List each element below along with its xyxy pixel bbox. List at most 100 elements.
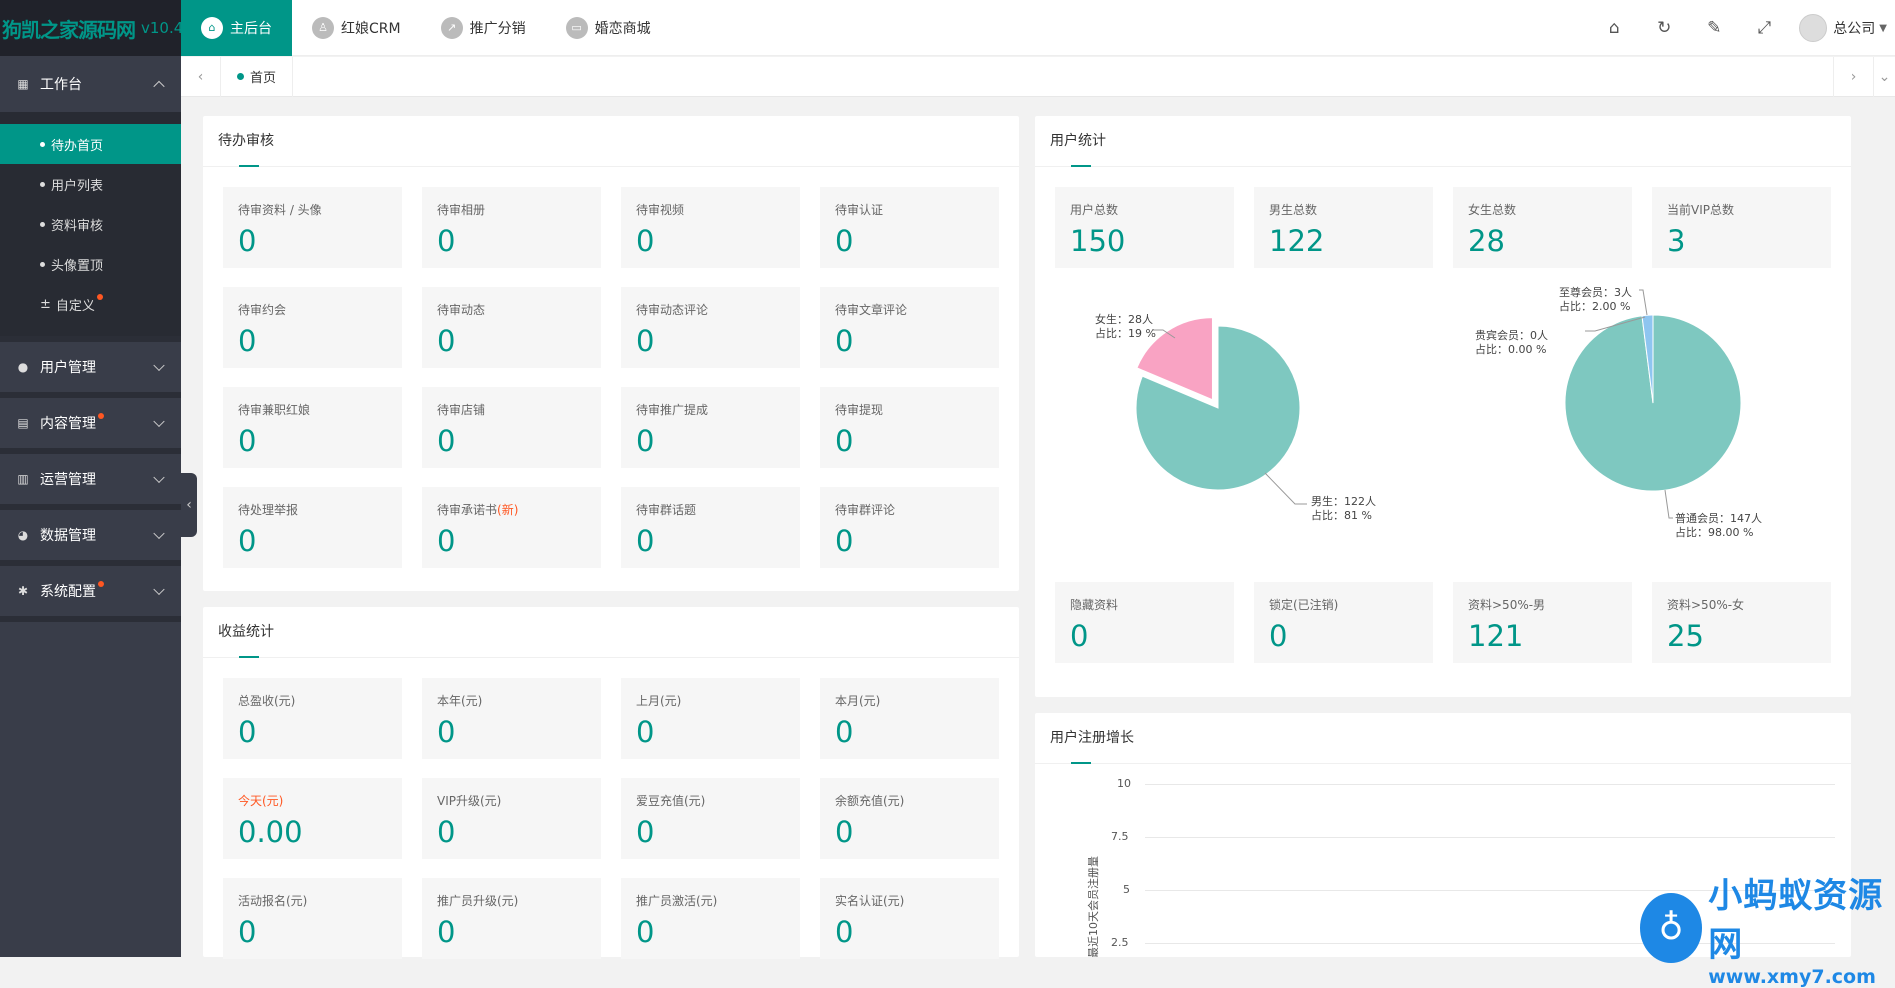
- stat-tile[interactable]: 爱豆充值(元) 0: [621, 778, 800, 859]
- stat-value: 0: [238, 224, 257, 258]
- user-menu[interactable]: 总公司 ▼: [1789, 14, 1895, 42]
- stat-tile[interactable]: 资料>50%-女 25: [1652, 582, 1831, 663]
- stat-tile[interactable]: 今天(元) 0.00: [223, 778, 402, 859]
- stat-tile[interactable]: 待审店铺 0: [422, 387, 601, 468]
- pie-leader-line: [1639, 289, 1648, 316]
- stat-label: 待处理举报: [238, 503, 299, 517]
- stat-tile[interactable]: 上月(元) 0: [621, 678, 800, 759]
- stat-value: 0: [835, 224, 854, 258]
- stat-tile[interactable]: 待处理举报 0: [223, 487, 402, 568]
- tab-matchmaker-crm[interactable]: ♙ 红娘CRM: [292, 0, 421, 56]
- chevron-right-icon: ›: [1850, 69, 1857, 85]
- stat-tile[interactable]: 用户总数 150: [1055, 187, 1234, 268]
- stat-value: 3: [1667, 224, 1686, 258]
- refresh-icon[interactable]: ↻: [1639, 18, 1689, 38]
- chevron-down-icon: [153, 583, 165, 596]
- stat-tile[interactable]: 本月(元) 0: [820, 678, 999, 759]
- nav-group-user-management[interactable]: ● 用户管理: [0, 336, 181, 398]
- card-title: 用户注册增长: [1035, 713, 1851, 764]
- stat-tile[interactable]: 本年(元) 0: [422, 678, 601, 759]
- sidebar-item-user-list[interactable]: 用户列表: [0, 164, 181, 204]
- nav-group-system-config[interactable]: ✱ 系统配置: [0, 566, 181, 622]
- pie-label-line: 至尊会员：3人: [1559, 286, 1632, 299]
- sidebar-collapse-toggle[interactable]: ‹: [181, 473, 197, 537]
- stat-tile[interactable]: 待审文章评论 0: [820, 287, 999, 368]
- stat-tile[interactable]: 推广员激活(元) 0: [621, 878, 800, 959]
- stat-tile[interactable]: 待审推广提成 0: [621, 387, 800, 468]
- bullet-icon: [40, 181, 45, 187]
- stat-tile[interactable]: 推广员升级(元) 0: [422, 878, 601, 959]
- stat-tile[interactable]: 待审承诺书(新) 0: [422, 487, 601, 568]
- nav-group-content-management[interactable]: ▤ 内容管理: [0, 398, 181, 454]
- stat-label: 待审动态: [437, 303, 486, 317]
- stat-tile[interactable]: VIP升级(元) 0: [422, 778, 601, 859]
- stat-tile[interactable]: 待审动态评论 0: [621, 287, 800, 368]
- tabs-dropdown[interactable]: ⌄: [1873, 57, 1895, 97]
- pie-leader-line: [1664, 489, 1673, 519]
- stat-tile[interactable]: 总盈收(元) 0: [223, 678, 402, 759]
- sidebar-item-todo-home[interactable]: 待办首页: [0, 124, 181, 164]
- tab-main-backend[interactable]: ⌂ 主后台: [181, 0, 292, 56]
- stat-label: 女生总数: [1468, 203, 1517, 217]
- home-icon: ⌂: [201, 16, 223, 39]
- stat-value: 0: [437, 524, 456, 558]
- tabs-scroll-left[interactable]: ‹: [181, 56, 221, 97]
- stat-tile[interactable]: 实名认证(元) 0: [820, 878, 999, 959]
- app-logo[interactable]: 狗凯之家源码网 v10.4: [0, 0, 181, 56]
- stat-tile[interactable]: 男生总数 122: [1254, 187, 1433, 268]
- tabs-scroll-right[interactable]: ›: [1833, 57, 1873, 97]
- stat-tile[interactable]: 待审资料 / 头像 0: [223, 187, 402, 268]
- stat-tile[interactable]: 待审视频 0: [621, 187, 800, 268]
- sidebar-item-custom[interactable]: ± 自定义: [0, 284, 181, 324]
- stat-label: 待审文章评论: [835, 303, 908, 317]
- stat-value: 0: [835, 424, 854, 458]
- pie-leader-line: [1264, 472, 1307, 505]
- stat-tile[interactable]: 女生总数 28: [1453, 187, 1632, 268]
- y-tick-label: 5: [1123, 883, 1130, 896]
- pie-label-line: 占比：2.00 %: [1559, 300, 1631, 313]
- stat-value: 0: [636, 524, 655, 558]
- user-name: 总公司: [1833, 21, 1876, 37]
- stat-tile[interactable]: 待审群评论 0: [820, 487, 999, 568]
- nav-group-workbench[interactable]: ▦ 工作台: [0, 56, 181, 112]
- stat-value: 150: [1070, 224, 1126, 258]
- stat-tile[interactable]: 待审认证 0: [820, 187, 999, 268]
- sidebar-item-avatar-pin[interactable]: 头像置顶: [0, 244, 181, 284]
- notification-dot: [96, 294, 103, 300]
- nav-group-operations-management[interactable]: ▥ 运营管理: [0, 454, 181, 510]
- stat-label: 本月(元): [835, 694, 881, 708]
- stat-tile[interactable]: 余额充值(元) 0: [820, 778, 999, 859]
- home-icon[interactable]: ⌂: [1589, 18, 1639, 38]
- stat-value: 0: [238, 915, 257, 949]
- stat-value: 0: [835, 524, 854, 558]
- stat-tile[interactable]: 待审相册 0: [422, 187, 601, 268]
- sidebar-item-profile-review[interactable]: 资料审核: [0, 204, 181, 244]
- stat-tile[interactable]: 待审群话题 0: [621, 487, 800, 568]
- stat-tile[interactable]: 待审提现 0: [820, 387, 999, 468]
- stat-tile[interactable]: 待审动态 0: [422, 287, 601, 368]
- stat-tile[interactable]: 当前VIP总数 3: [1652, 187, 1831, 268]
- stat-label: 男生总数: [1269, 203, 1318, 217]
- stat-tile[interactable]: 待审约会 0: [223, 287, 402, 368]
- stat-value: 0: [835, 715, 854, 749]
- clear-cache-icon[interactable]: ✎: [1689, 18, 1739, 38]
- sidebar-item-label: 用户列表: [51, 178, 104, 194]
- stat-tile[interactable]: 活动报名(元) 0: [223, 878, 402, 959]
- nav-group-label: 数据管理: [40, 528, 96, 544]
- crm-icon: ♙: [312, 16, 334, 39]
- tab-promotion[interactable]: ↗ 推广分销: [421, 0, 546, 56]
- page-tab-home[interactable]: 首页: [221, 56, 294, 97]
- tab-mall[interactable]: ▭ 婚恋商城: [546, 0, 671, 56]
- stat-label: 待审认证: [835, 203, 884, 217]
- fullscreen-icon[interactable]: ⤢: [1739, 18, 1789, 38]
- stat-label-text: 待审承诺书: [437, 503, 498, 517]
- nav-group-data-management[interactable]: ◕ 数据管理: [0, 510, 181, 566]
- stat-tile[interactable]: 资料>50%-男 121: [1453, 582, 1632, 663]
- stat-tile[interactable]: 隐藏资料 0: [1055, 582, 1234, 663]
- stat-value: 0: [636, 224, 655, 258]
- stat-tile[interactable]: 待审兼职红娘 0: [223, 387, 402, 468]
- stat-tile[interactable]: 锁定(已注销) 0: [1254, 582, 1433, 663]
- stat-value: 0: [437, 715, 456, 749]
- pending-review-card: 待办审核 待审资料 / 头像 0 待审相册 0 待审视频 0 待审认证 0 待审约会 0 …: [203, 116, 1019, 591]
- stat-label: 总盈收(元): [238, 694, 296, 708]
